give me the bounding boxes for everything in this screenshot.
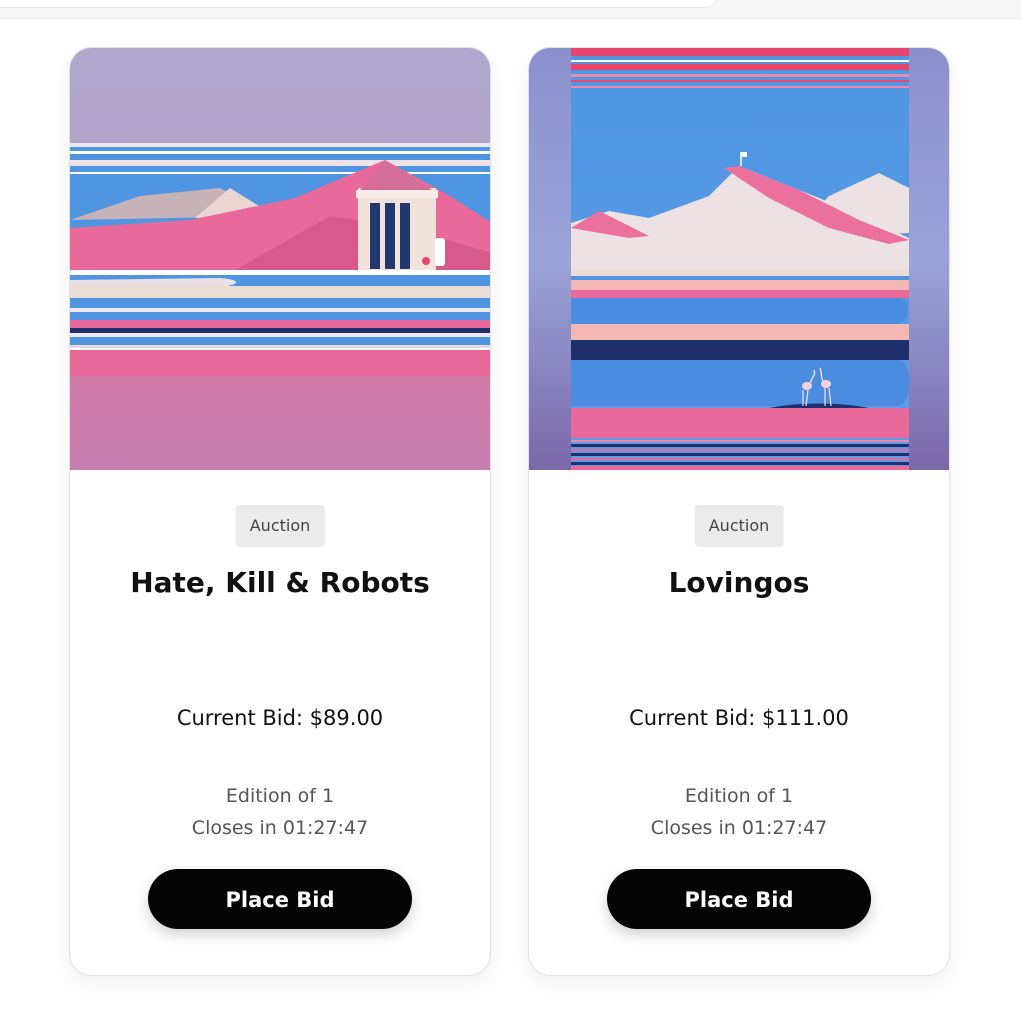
closing-countdown: Closes in 01:27:47 (650, 817, 828, 839)
place-bid-button[interactable]: Place Bid (607, 869, 871, 929)
closing-countdown: Closes in 01:27:47 (191, 817, 369, 839)
edition-info: Edition of 1 (684, 785, 794, 807)
artwork-card-lovingos[interactable]: Auction Lovingos Current Bid: $111.00 Ed… (528, 47, 950, 976)
current-bid: Current Bid: $89.00 (176, 706, 384, 730)
artwork-title[interactable]: Hate, Kill & Robots (70, 566, 490, 599)
artwork-image[interactable] (529, 48, 950, 470)
search-bar-edge[interactable] (0, 0, 717, 8)
artwork-image[interactable] (70, 48, 491, 470)
top-bar (0, 0, 1021, 19)
current-bid: Current Bid: $111.00 (629, 706, 849, 730)
auction-badge: Auction (235, 505, 325, 547)
artwork-title[interactable]: Lovingos (529, 566, 949, 599)
artwork-card-hate-kill-robots[interactable]: Auction Hate, Kill & Robots Current Bid:… (69, 47, 491, 976)
auction-badge: Auction (694, 505, 784, 547)
edition-info: Edition of 1 (225, 785, 335, 807)
place-bid-button[interactable]: Place Bid (148, 869, 412, 929)
